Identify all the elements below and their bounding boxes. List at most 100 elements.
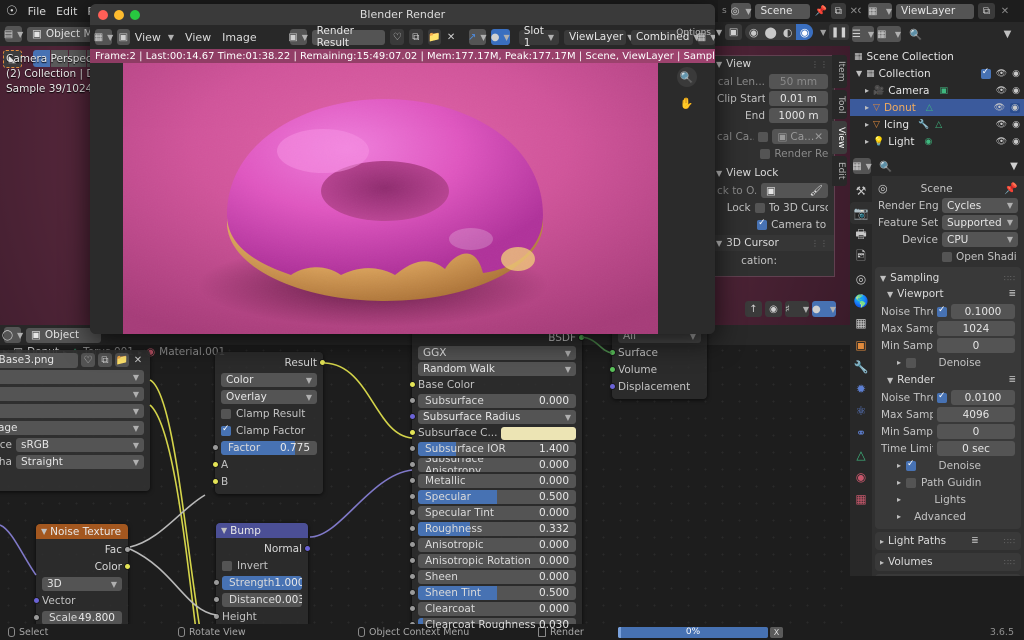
lock-3d-cursor-row[interactable]: Lock To 3D Cursor: [717, 200, 828, 215]
eye-icon[interactable]: 👁: [996, 137, 1007, 147]
camera-icon[interactable]: ◉: [1012, 137, 1020, 147]
bump-invert-checkbox[interactable]: [222, 561, 232, 571]
slider-roughness[interactable]: Roughness 0.332: [418, 522, 576, 536]
view-layer-selector[interactable]: ViewLayer▼: [564, 29, 633, 45]
noise-scale-slider[interactable]: Scale 49.800: [42, 611, 122, 625]
clamp-result-checkbox[interactable]: [221, 409, 231, 419]
volumes-panel[interactable]: ▸ Volumes ∷∷: [875, 553, 1021, 571]
clip-end-row[interactable]: End 1000 m: [717, 108, 828, 123]
menu-view-2[interactable]: View: [185, 31, 211, 44]
close-icon[interactable]: ✕: [814, 131, 823, 143]
chevron-right-icon[interactable]: ▸: [865, 120, 869, 129]
options-label[interactable]: Options: [676, 28, 711, 38]
slider-sheen[interactable]: Sheen 0.000: [418, 570, 576, 584]
render-region-row[interactable]: Render Reg...: [717, 146, 828, 161]
noise-node-header[interactable]: ▼ Noise Texture: [36, 524, 128, 539]
alpha-dropdown[interactable]: Straight ▼: [16, 455, 144, 469]
sampling-header[interactable]: ▼ Sampling ∷∷: [875, 270, 1021, 286]
chevron-right-icon[interactable]: ▸: [897, 512, 901, 521]
node-noise-texture[interactable]: ▼ Noise Texture Fac Color 3D ▼ Vector Sca…: [33, 524, 131, 630]
slider-subsurface[interactable]: Subsurface 0.000: [418, 394, 576, 408]
projection-dropdown[interactable]: Flat▼: [0, 387, 144, 401]
source-dropdown[interactable]: Single Image▼: [0, 421, 144, 435]
interpolation-dropdown[interactable]: Linear▼: [0, 370, 144, 384]
bsdf-subsurface-method-dropdown[interactable]: Random Walk ▼: [418, 362, 576, 376]
image-name-field[interactable]: donutBase3.png: [0, 352, 78, 368]
feature-set-row[interactable]: Feature Set Supported ▼: [878, 215, 1018, 230]
chevron-right-icon[interactable]: ▸: [897, 478, 901, 487]
chevron-right-icon[interactable]: ▸: [865, 86, 869, 95]
render-denoise-row[interactable]: ▸ Denoise: [881, 458, 1015, 473]
shading-rendered-icon[interactable]: ◉: [796, 24, 814, 40]
camera-icon[interactable]: ◉: [1010, 102, 1020, 113]
render-min-samples-value[interactable]: 0: [937, 424, 1015, 439]
browse-image-icon[interactable]: ▣ ▼: [288, 29, 308, 45]
clip-start-row[interactable]: Clip Start 0.01 m: [717, 91, 828, 106]
outliner-row-camera[interactable]: ▸ 🎥 Camera ▣ 👁 ◉: [850, 82, 1024, 99]
local-camera-field[interactable]: ▣ Ca... ✕: [772, 129, 828, 144]
viewport-min-samples-row[interactable]: Min Samples 0: [881, 338, 1015, 353]
editor-type-icon[interactable]: ◯ ▼: [2, 327, 23, 343]
properties-tab-scene[interactable]: ◎: [850, 268, 872, 290]
open-image-icon[interactable]: 📁: [427, 29, 442, 45]
node-material-output[interactable]: All ▼ Surface Volume Displacement: [609, 325, 707, 399]
bsdf-distribution-dropdown[interactable]: GGX ▼: [418, 346, 576, 360]
scene-name-field[interactable]: Scene: [755, 3, 811, 19]
render-min-samples-row[interactable]: Min Samples 0: [881, 424, 1015, 439]
view-layer-browse-icon[interactable]: ▦ ▼: [868, 3, 892, 19]
light-paths-panel[interactable]: ▸ Light Paths ≣ ∷∷: [875, 532, 1021, 550]
render-denoise-checkbox[interactable]: [906, 459, 917, 471]
shading-solid-icon[interactable]: ⬤: [762, 24, 779, 40]
eyedropper-icon[interactable]: 🖌: [810, 184, 823, 197]
render-max-samples-row[interactable]: Max Samp... 4096: [881, 407, 1015, 422]
fake-user-icon[interactable]: ♡: [390, 29, 405, 45]
chevron-right-icon[interactable]: ▸: [865, 137, 869, 146]
viewport-noise-threshold-row[interactable]: Noise Thre... 0.1000: [881, 304, 1015, 319]
outliner-editor-type-icon[interactable]: ☰ ▼: [852, 26, 874, 42]
outliner-row-donut[interactable]: ▸ ▽ Donut △ 👁 ◉: [850, 99, 1024, 116]
n-panel-view-section[interactable]: ▼ View ⋮⋮: [711, 56, 834, 72]
zoom-icon[interactable]: 🔍: [676, 67, 697, 87]
feature-set-dropdown[interactable]: Supported ▼: [942, 215, 1018, 230]
rendered-image[interactable]: [123, 63, 658, 334]
proportional-edit-icon[interactable]: ◉: [765, 301, 782, 317]
noise-dimensions-dropdown[interactable]: 3D ▼: [42, 577, 122, 591]
viewport-min-samples-value[interactable]: 0: [937, 338, 1015, 353]
snap-parent-icon[interactable]: ↑: [745, 301, 762, 317]
properties-tab-data[interactable]: △: [850, 444, 872, 466]
node-principled-bsdf[interactable]: BSDF GGX ▼ Random Walk ▼ Base Color Subsur…: [409, 328, 585, 637]
duplicate-icon[interactable]: ⧉: [409, 29, 423, 45]
time-limit-value[interactable]: 0 sec: [937, 441, 1015, 456]
viewport-max-samples-row[interactable]: Max Samp... 1024: [881, 321, 1015, 336]
search-input[interactable]: 🔍: [904, 26, 996, 42]
properties-tab-physics[interactable]: ⚛: [850, 400, 872, 422]
menu-view-1[interactable]: View: [135, 31, 161, 44]
mix-data-type-dropdown[interactable]: Color ▼: [221, 373, 317, 387]
outliner-row-collection[interactable]: ▼ ▦ Collection 👁 ◉: [850, 65, 1024, 82]
drag-dots-icon[interactable]: ∷∷: [1004, 274, 1016, 283]
viewport-max-samples-value[interactable]: 1024: [937, 321, 1015, 336]
slider-anisotropic[interactable]: Anisotropic 0.000: [418, 538, 576, 552]
node-image-texture[interactable]: ▣▼ donutBase3.png ♡ ⧉ 📁 ✕ Linear▼ Flat▼ …: [0, 350, 150, 491]
curves-panel[interactable]: ▸ Curves ∷∷: [875, 574, 1021, 576]
bump-distance-slider[interactable]: Distance 0.003: [222, 593, 302, 607]
viewport-noise-value[interactable]: 0.1000: [951, 304, 1015, 319]
eye-icon[interactable]: 👁: [996, 69, 1007, 79]
viewport-denoise-row[interactable]: ▸ Denoise: [881, 355, 1015, 370]
n-tab-tool[interactable]: Tool: [832, 89, 847, 119]
slider-specular-tint[interactable]: Specular Tint 0.000: [418, 506, 576, 520]
extension-dropdown[interactable]: Repeat▼: [0, 404, 144, 418]
lock-3d-cursor-checkbox[interactable]: [754, 202, 765, 213]
path-guiding-row[interactable]: ▸ Path Guiding: [881, 475, 1015, 490]
maximize-window-button[interactable]: [130, 10, 140, 20]
remove-icon[interactable]: ✕: [999, 3, 1011, 19]
blender-logo-icon[interactable]: ☉: [6, 4, 18, 19]
editor-type-icon[interactable]: ▦ ▼: [94, 29, 113, 45]
viewport-noise-checkbox[interactable]: [937, 305, 947, 317]
local-camera-row[interactable]: cal Ca... ▣ Ca... ✕: [717, 129, 828, 144]
path-guiding-checkbox[interactable]: [906, 477, 917, 488]
cancel-render-button[interactable]: X: [770, 626, 783, 638]
properties-tab-world[interactable]: 🌎: [850, 290, 872, 312]
properties-tab-collection[interactable]: ▦: [850, 312, 872, 334]
mix-factor-slider[interactable]: Factor 0.775: [221, 441, 317, 455]
